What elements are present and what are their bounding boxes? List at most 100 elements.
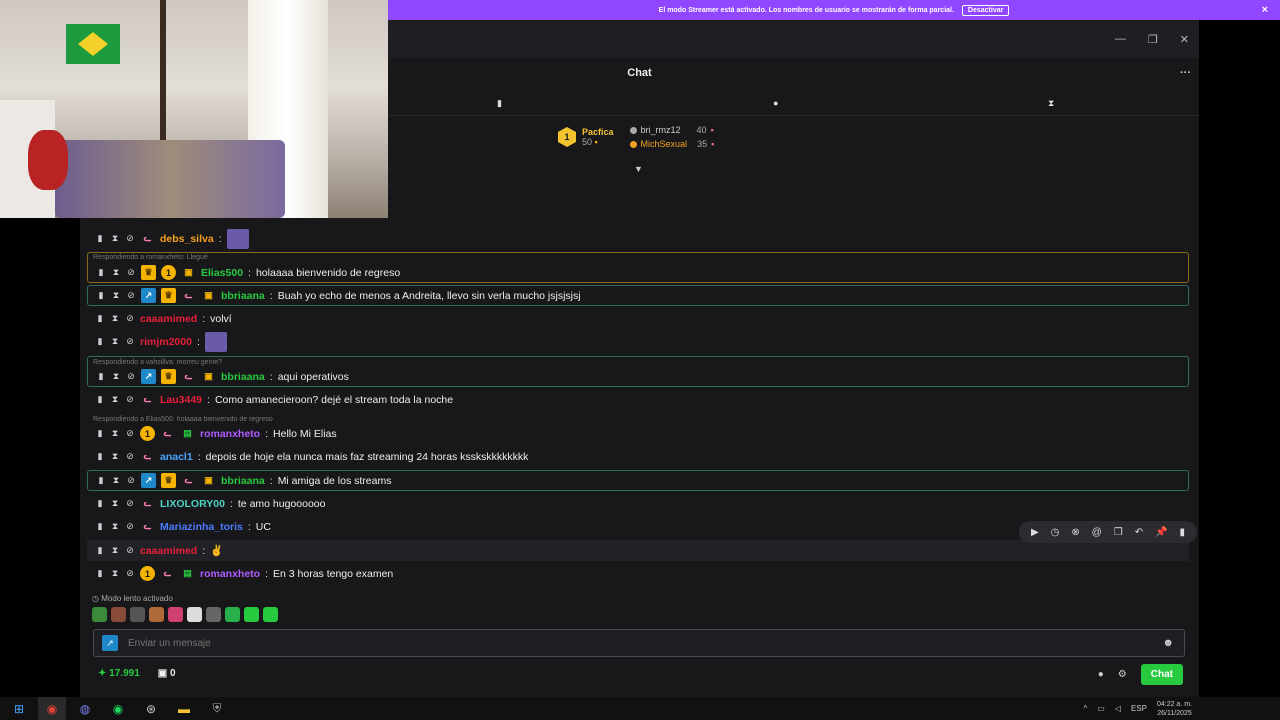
chat-bubble-tab-icon[interactable]: ● <box>773 98 778 108</box>
emote-icon[interactable] <box>149 607 164 622</box>
mention-icon[interactable]: @ <box>1092 527 1102 538</box>
timeout-icon[interactable]: ⧗ <box>110 233 120 244</box>
emote-icon[interactable] <box>168 607 183 622</box>
delete-icon[interactable]: ▮ <box>95 313 105 324</box>
chat-message[interactable]: ▮ ⧗ ⊘ ↗ ♛ ᓚ ▣ bbriaana: aqui operativos <box>87 356 1189 387</box>
username[interactable]: romanxheto <box>200 428 260 440</box>
chat-message[interactable]: ▮ ⧗ ⊘ ᓚ LIXOLORY00: te amo hugoooooo <box>87 493 1189 514</box>
username[interactable]: romanxheto <box>200 568 260 580</box>
hide-icon[interactable]: ⊗ <box>1071 527 1079 538</box>
timeout-icon[interactable]: ⧗ <box>110 451 120 462</box>
chat-message[interactable]: ▮ ⧗ ⊘ ↗ ♛ ᓚ ▣ bbriaana: Buah yo echo de me… <box>87 285 1189 306</box>
ban-icon[interactable]: ⊘ <box>125 394 135 405</box>
leaderboard-entry[interactable]: bri_rmz12 40 ▪ <box>629 125 715 135</box>
volume-icon[interactable]: ◁ <box>1115 704 1121 713</box>
ban-icon[interactable]: ⊘ <box>125 568 135 579</box>
user-badge-icon[interactable]: ↗ <box>102 635 118 651</box>
disable-streamer-mode-button[interactable]: Desactivar <box>961 4 1010 16</box>
chat-message[interactable]: ▮ ⧗ ⊘ rimjm2000: <box>87 331 1189 352</box>
delete-icon[interactable]: ▮ <box>96 371 106 382</box>
play-icon[interactable]: ▶ <box>1031 527 1039 538</box>
emote-icon[interactable] <box>263 607 278 622</box>
ban-icon[interactable]: ⊘ <box>125 313 135 324</box>
emote-icon[interactable] <box>187 607 202 622</box>
emote-icon[interactable] <box>244 607 259 622</box>
steam-icon[interactable]: ⊛ <box>137 697 165 720</box>
delete-icon[interactable]: ▮ <box>95 336 105 347</box>
chat-menu-button[interactable]: ··· <box>1180 67 1191 79</box>
emote-icon[interactable] <box>130 607 145 622</box>
ban-icon[interactable]: ⊘ <box>126 475 136 486</box>
bits[interactable]: ▣ 0 <box>158 668 176 679</box>
message-input[interactable] <box>128 637 1153 649</box>
file-explorer-icon[interactable]: ▬ <box>170 697 198 720</box>
reply-context[interactable]: Respondiendo a Elias500: holaaaa bienven… <box>93 416 273 423</box>
ban-icon[interactable]: ⊘ <box>125 336 135 347</box>
chat-message[interactable]: ▮ ⧗ ⊘ ᓚ debs_silva: <box>87 228 1189 249</box>
chat-bubble-icon[interactable]: ● <box>1098 669 1104 680</box>
timeout-icon[interactable]: ⧗ <box>110 498 120 509</box>
username[interactable]: caaamimed <box>140 313 197 325</box>
timeout-icon[interactable]: ⧗ <box>110 568 120 579</box>
delete-icon[interactable]: ▮ <box>95 568 105 579</box>
network-icon[interactable]: ▭ <box>1097 704 1105 713</box>
close-button[interactable]: ✕ <box>1180 33 1189 46</box>
discord-icon[interactable]: ◍ <box>71 697 99 720</box>
username[interactable]: LIXOLORY00 <box>160 498 225 510</box>
timeout-icon[interactable]: ⧗ <box>111 267 121 278</box>
ban-icon[interactable]: ⊘ <box>125 428 135 439</box>
delete-icon[interactable]: ▮ <box>96 267 106 278</box>
emote-icon[interactable] <box>111 607 126 622</box>
spotify-icon[interactable]: ◉ <box>104 697 132 720</box>
ban-icon[interactable]: ⊘ <box>126 290 136 301</box>
chat-message[interactable]: ▮ ⧗ ⊘ ᓚ Lau3449: Como amanecieroon? dejé e… <box>87 389 1189 410</box>
clock-icon[interactable]: ◷ <box>1051 527 1060 538</box>
timeout-icon[interactable]: ⧗ <box>111 290 121 301</box>
delete-icon[interactable]: ▮ <box>96 290 106 301</box>
hourglass-tab-icon[interactable]: ⧗ <box>1048 98 1054 109</box>
username[interactable]: rimjm2000 <box>140 336 192 348</box>
close-banner-button[interactable]: × <box>1262 4 1268 16</box>
chat-message[interactable]: ▮ ⧗ ⊘ ↗ ♛ ᓚ ▣ bbriaana: Mi amiga de los st… <box>87 470 1189 491</box>
chat-message[interactable]: ▮ ⧗ ⊘ 1 ᓚ ▤ romanxheto: Hello Mi Elias <box>87 423 1189 444</box>
chrome-icon[interactable]: ◉ <box>38 697 66 720</box>
ban-icon[interactable]: ⊘ <box>125 545 135 556</box>
delete-icon[interactable]: ▮ <box>95 394 105 405</box>
username[interactable]: bbriaana <box>221 290 265 302</box>
chevron-up-icon[interactable]: ^ <box>1083 704 1087 713</box>
username[interactable]: Elias500 <box>201 267 243 279</box>
emote-icon[interactable] <box>206 607 221 622</box>
language-indicator[interactable]: ESP <box>1131 704 1147 713</box>
reply-icon[interactable]: ↶ <box>1135 527 1143 538</box>
delete-icon[interactable]: ▮ <box>95 545 105 556</box>
shield-icon[interactable]: ⛨ <box>203 697 231 720</box>
expand-chevron-icon[interactable]: ▼ <box>634 164 643 174</box>
ban-icon[interactable]: ⊘ <box>125 451 135 462</box>
ban-icon[interactable]: ⊘ <box>125 233 135 244</box>
timeout-icon[interactable]: ⧗ <box>110 428 120 439</box>
username[interactable]: Mariazinha_toris <box>160 521 243 533</box>
delete-icon[interactable]: ▮ <box>95 451 105 462</box>
timeout-icon[interactable]: ⧗ <box>111 371 121 382</box>
delete-icon[interactable]: ▮ <box>95 498 105 509</box>
username[interactable]: bbriaana <box>221 371 265 383</box>
ban-icon[interactable]: ⊘ <box>126 371 136 382</box>
top-user-name[interactable]: Pacfica <box>582 127 614 137</box>
copy-icon[interactable]: ❐ <box>1114 527 1123 538</box>
chat-message[interactable]: ▮ ⧗ ⊘ ᓚ anacl1: depois de hoje ela nunca m… <box>87 446 1189 467</box>
emoji-picker-icon[interactable]: ☻ <box>1162 637 1174 649</box>
clock[interactable]: 04:22 a. m. 26/11/2025 <box>1157 700 1192 718</box>
timeout-icon[interactable]: ⧗ <box>110 394 120 405</box>
settings-gear-icon[interactable]: ⚙ <box>1118 669 1127 680</box>
username[interactable]: bbriaana <box>221 475 265 487</box>
minimize-button[interactable]: — <box>1115 33 1126 45</box>
username[interactable]: anacl1 <box>160 451 193 463</box>
chat-message[interactable]: ▮ ⧗ ⊘ 1 ᓚ ▤ romanxheto: En 3 horas tengo e… <box>87 563 1189 584</box>
chat-message[interactable]: ▮ ⧗ ⊘ caaamimed: ✌ <box>87 540 1189 561</box>
leaderboard-entry[interactable]: MichSexual 35 ▪ <box>629 139 714 149</box>
windows-start-icon[interactable]: ⊞ <box>5 697 33 720</box>
delete-icon[interactable]: ▮ <box>95 233 105 244</box>
timeout-icon[interactable]: ⧗ <box>111 475 121 486</box>
username[interactable]: Lau3449 <box>160 394 202 406</box>
leaderboard-tab-icon[interactable]: ▮ <box>497 98 502 109</box>
